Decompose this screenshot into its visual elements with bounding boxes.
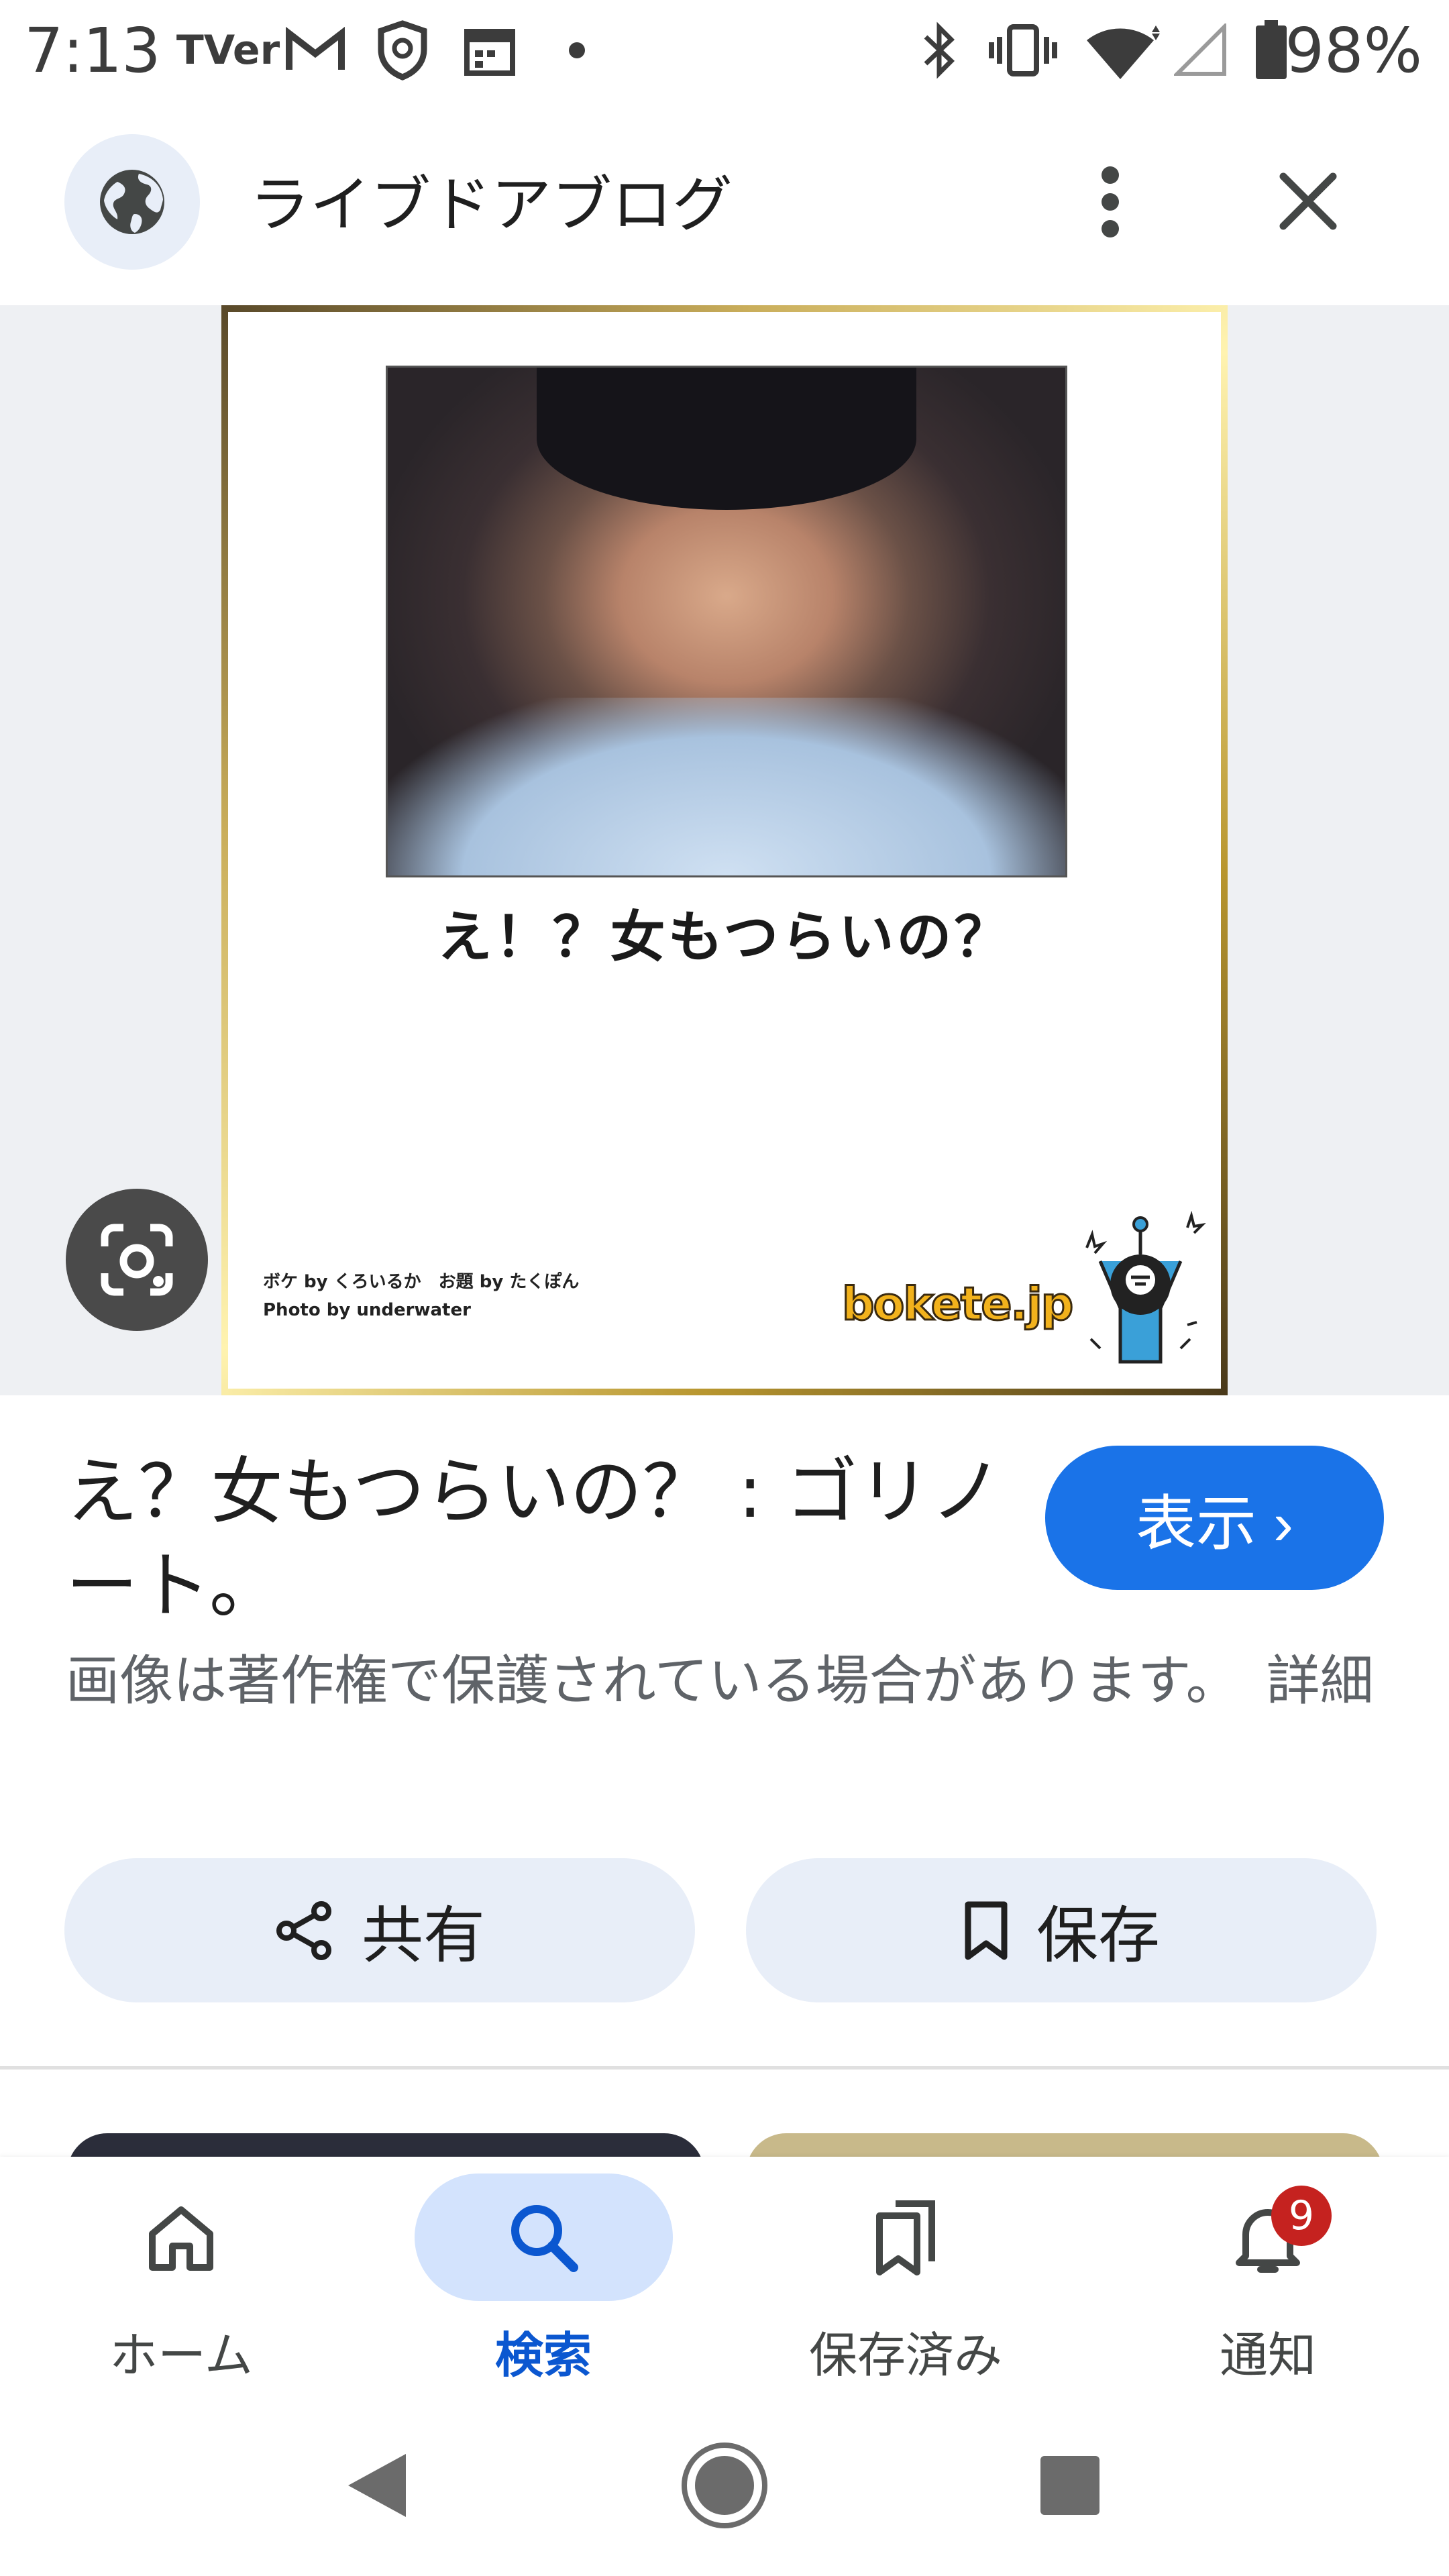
wifi-icon bbox=[1080, 20, 1167, 80]
nav-label: ホーム bbox=[109, 2327, 253, 2383]
share-icon bbox=[274, 1900, 335, 1961]
view-button[interactable]: 表示 › bbox=[1045, 1446, 1384, 1590]
nav-saved[interactable]: 保存済み bbox=[765, 2167, 1046, 2408]
status-time: 7:13 bbox=[24, 15, 161, 87]
recents-button[interactable] bbox=[1036, 2452, 1110, 2526]
more-options-button[interactable] bbox=[1080, 158, 1140, 246]
result-title: え？女もつらいの？ : ゴリノート。 bbox=[66, 1450, 1003, 1628]
globe-icon bbox=[100, 170, 164, 234]
nav-label: 検索 bbox=[494, 2327, 592, 2383]
gmail-icon bbox=[282, 20, 349, 80]
vibrate-icon bbox=[986, 20, 1060, 80]
site-favicon bbox=[64, 134, 200, 270]
nav-search[interactable]: 検索 bbox=[402, 2167, 684, 2408]
home-circle-icon bbox=[682, 2443, 767, 2528]
notification-badge: 9 bbox=[1271, 2186, 1332, 2246]
calendar-icon bbox=[456, 20, 523, 80]
cell-signal-icon bbox=[1171, 20, 1231, 80]
save-button[interactable]: 保存 bbox=[746, 1858, 1377, 2002]
tver-icon: TVer bbox=[176, 27, 280, 74]
nav-home[interactable]: ホーム bbox=[40, 2167, 322, 2408]
bluetooth-icon bbox=[909, 20, 969, 80]
lens-icon bbox=[101, 1224, 173, 1296]
battery-percent: 98% bbox=[1285, 15, 1422, 87]
recents-icon bbox=[1040, 2456, 1099, 2515]
site-title: ライブドアブログ bbox=[250, 170, 733, 240]
close-button[interactable] bbox=[1268, 161, 1348, 241]
share-button[interactable]: 共有 bbox=[64, 1858, 695, 2002]
meme-photo bbox=[386, 366, 1067, 877]
more-vert-icon bbox=[1102, 166, 1119, 237]
close-icon bbox=[1279, 172, 1337, 230]
nav-label: 通知 bbox=[1219, 2327, 1316, 2383]
google-lens-button[interactable] bbox=[66, 1189, 208, 1331]
dot-icon bbox=[560, 20, 594, 80]
nav-label: 保存済み bbox=[808, 2327, 1002, 2383]
bookmark-icon bbox=[963, 1900, 1010, 1961]
meme-credits: ボケ by くろいるか お題 by たくぽん Photo by underwat… bbox=[263, 1272, 580, 1320]
meme-caption: え！？女もつらいの？ bbox=[437, 906, 1012, 969]
shield-icon bbox=[369, 20, 436, 80]
bokete-logo: bokete.jp bbox=[841, 1277, 1074, 1332]
back-button[interactable] bbox=[339, 2449, 419, 2536]
back-icon bbox=[348, 2454, 406, 2517]
divider bbox=[0, 2066, 1449, 2070]
search-icon bbox=[511, 2205, 578, 2272]
home-icon bbox=[149, 2206, 213, 2271]
copyright-notice: 画像は著作権で保護されている場合があります。 詳細 bbox=[66, 1650, 1374, 1712]
details-link[interactable]: 詳細 bbox=[1267, 1650, 1374, 1712]
nav-notifications[interactable]: 通知 bbox=[1127, 2167, 1409, 2408]
mascot-icon bbox=[1073, 1208, 1208, 1382]
home-system-button[interactable] bbox=[678, 2438, 771, 2532]
collections-icon bbox=[876, 2200, 935, 2275]
